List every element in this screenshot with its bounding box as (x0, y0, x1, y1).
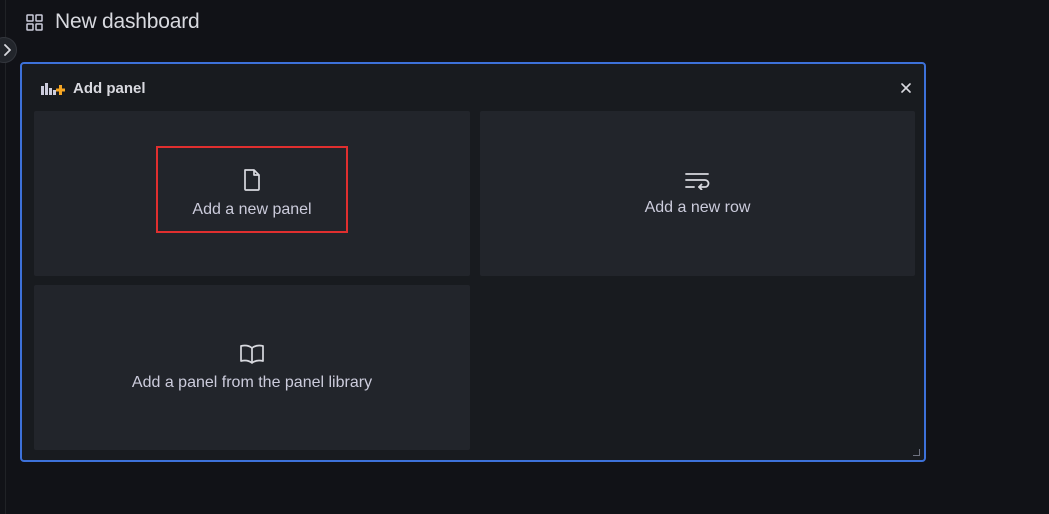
panel-header[interactable]: Add panel (40, 78, 146, 98)
add-new-panel-option[interactable]: Add a new panel (34, 111, 470, 276)
resize-handle[interactable] (913, 449, 920, 456)
add-panel-widget: Add panel Add a new panel Add a new row (20, 62, 926, 462)
left-rail (0, 0, 6, 514)
file-icon (244, 169, 260, 191)
add-new-row-option[interactable]: Add a new row (480, 111, 915, 276)
page-header: New dashboard (26, 8, 200, 36)
panel-title: Add panel (73, 79, 146, 97)
chevron-right-icon (4, 44, 11, 56)
add-library-panel-option[interactable]: Add a panel from the panel library (34, 285, 470, 450)
page-title: New dashboard (55, 10, 200, 33)
sidebar-expand-button[interactable] (0, 37, 17, 63)
close-icon (901, 83, 911, 93)
add-new-panel-label: Add a new panel (192, 201, 312, 218)
close-button[interactable] (898, 80, 914, 96)
add-panel-icon (41, 83, 65, 95)
page: New dashboard Add panel Add a new panel … (0, 0, 1049, 514)
add-library-panel-label: Add a panel from the panel library (131, 374, 373, 391)
row-wrap-icon (684, 173, 709, 190)
dashboard-grid-icon (26, 13, 43, 31)
book-open-icon (240, 344, 264, 364)
add-new-row-label: Add a new row (644, 199, 751, 216)
